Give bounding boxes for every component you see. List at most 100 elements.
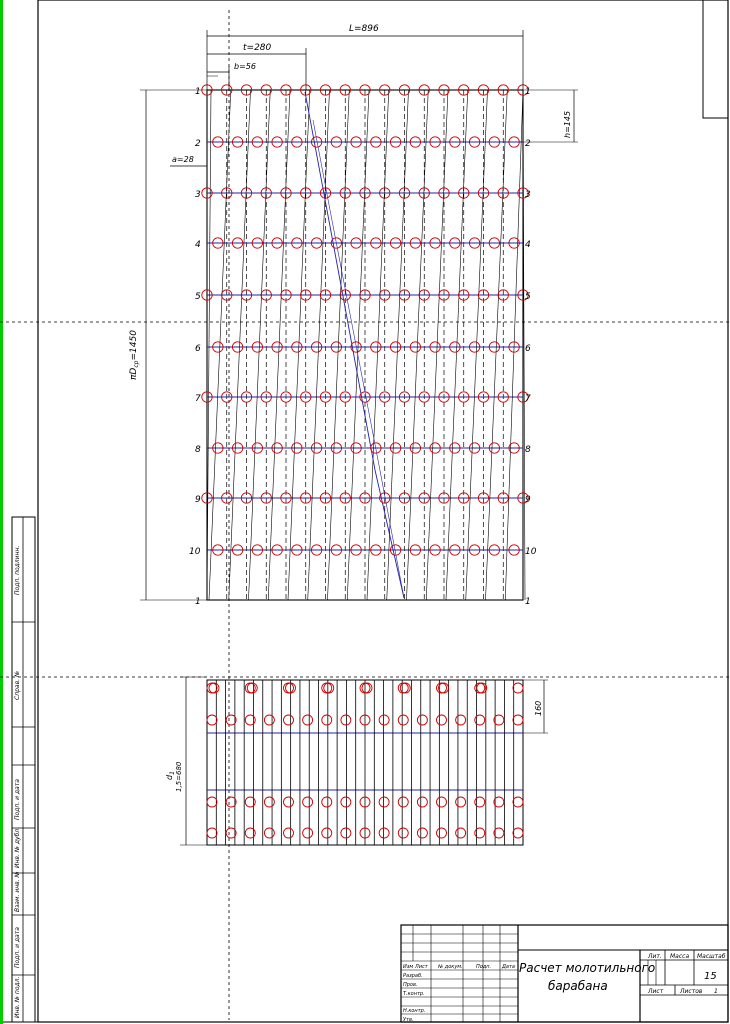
helix-line — [485, 89, 508, 601]
title-block-column-header: Подп. — [476, 964, 491, 970]
helix-line — [465, 89, 488, 601]
tooth-circle — [399, 682, 411, 694]
title-block-role: Пров. — [403, 982, 418, 988]
row-label-right: 8 — [525, 445, 531, 455]
tooth-circle — [416, 714, 428, 726]
mass-label: Масса — [670, 953, 689, 960]
row-label-right: 2 — [525, 139, 531, 149]
title-block-column-header: Дата — [501, 964, 515, 970]
tooth-pitch-label: 160 — [534, 701, 543, 716]
helix-line — [504, 89, 524, 601]
tooth-circle — [416, 827, 428, 839]
title-block-role: Утв. — [403, 1017, 414, 1023]
helix-line — [346, 89, 370, 601]
top-dimensions — [140, 30, 578, 601]
row-label-right: 6 — [525, 344, 531, 354]
drum-height-value: =680 — [175, 761, 183, 781]
helix-path-1 — [304, 91, 405, 599]
sheet-frame — [37, 0, 729, 1023]
circumference-value: =1450 — [129, 330, 139, 361]
circumference-label: πD — [129, 368, 139, 380]
svg-text:πDср=1450: πDср=1450 — [129, 330, 140, 380]
drawing-title-line-1: Расчет молотильного — [519, 961, 655, 975]
row-label-left: 8 — [195, 445, 201, 455]
title-block-role: Н.контр. — [403, 1008, 425, 1014]
tooth-circle — [321, 714, 333, 726]
tooth-circle — [208, 682, 220, 694]
tooth-circle — [283, 714, 294, 726]
pitch-dimension-label: t=280 — [243, 43, 272, 53]
tooth-circle — [283, 827, 294, 839]
drawing-canvas: 1 1 2 2 3 3 4 4 5 5 6 6 7 7 8 8 9 9 10 10 1 1 L=896 t=280 b=5… — [0, 0, 730, 1024]
scale-label: Масштаб — [697, 953, 726, 960]
tooth-pitch-dimension: 160 — [534, 701, 543, 716]
offset-dimension-label: a=28 — [172, 155, 194, 164]
tooth-circle — [397, 796, 409, 808]
tooth-circle — [321, 682, 333, 694]
tooth-circle — [246, 682, 258, 694]
tooth-circle — [206, 714, 218, 726]
helix-line — [425, 89, 449, 601]
tooth-circle — [436, 682, 447, 694]
title-block-role: Разраб. — [403, 973, 423, 979]
stamp-label-3: Подп. и дата — [14, 779, 21, 820]
tooth-circle — [512, 682, 524, 694]
drum-height-dimension: d1 1,5=680 — [165, 761, 183, 792]
tooth-circle — [512, 827, 524, 839]
scale-value: 15 — [704, 971, 717, 982]
tooth-circle — [438, 682, 449, 694]
tooth-circle — [283, 796, 294, 808]
title-block-column-header: № докум. — [437, 964, 463, 970]
helix-line — [406, 89, 429, 601]
tooth-circle — [340, 796, 352, 808]
tooth-circle — [206, 827, 218, 839]
row-label-right: 7 — [525, 394, 531, 404]
helix-line — [366, 89, 390, 601]
row-label-right: 9 — [525, 495, 531, 505]
helix-line — [327, 89, 350, 601]
title-block-grid: Изм Лист № докум. Подп. Дата Разраб. Пров. Т.ко… — [400, 924, 519, 1023]
row-label-left: 1 — [195, 87, 201, 97]
bar-width-dimension-label: b=56 — [234, 62, 256, 71]
title-block-role: Т.контр. — [403, 991, 425, 997]
length-dimension-label: L=896 — [349, 24, 379, 34]
tooth-circle — [436, 714, 447, 726]
tooth-circle — [263, 714, 275, 726]
row-label-left: 5 — [195, 292, 201, 302]
helix-line — [445, 89, 469, 601]
helix-line — [267, 89, 291, 601]
tooth-circle — [302, 796, 314, 808]
stamp-label-6: Подп. и дата — [14, 927, 21, 968]
tooth-circle — [340, 714, 352, 726]
corner-frame — [702, 0, 728, 119]
side-stamp: Подп. подлинн. Справ. № Подп. и дата Инв… — [11, 516, 36, 1023]
stamp-label-5: Взам. инв. № — [14, 871, 21, 912]
tooth-layout-diagram — [180, 676, 548, 846]
tooth-circle — [321, 796, 333, 808]
title-block: Изм Лист № докум. Подп. ДатаРазраб.Пров.Т.ко… — [400, 924, 729, 1023]
row-label-right: 10 — [525, 547, 537, 557]
drawing-title-line-2: барабана — [548, 979, 608, 993]
row-spacing-dimension: h=145 — [563, 111, 572, 138]
lit-label: Лит. — [647, 953, 662, 960]
tooth-circle — [206, 796, 218, 808]
tooth-circle — [455, 796, 467, 808]
row-label-right: 3 — [525, 190, 531, 200]
row-label-left: 4 — [195, 240, 201, 250]
row-label-right: 5 — [525, 292, 531, 302]
row-label-left: 3 — [195, 190, 201, 200]
tooth-circle — [512, 796, 524, 808]
tooth-circle — [436, 827, 447, 839]
row-label-left: 9 — [195, 495, 201, 505]
tooth-circle — [378, 796, 390, 808]
tooth-circle — [378, 827, 390, 839]
tooth-circle — [361, 682, 373, 694]
tooth-circle — [321, 827, 333, 839]
title-block-column-header: Лист — [414, 964, 429, 970]
row-spacing-label: h=145 — [563, 111, 572, 138]
tooth-circle — [416, 796, 428, 808]
tooth-circle — [263, 827, 275, 839]
row-label-left: 6 — [195, 344, 201, 354]
tooth-circle — [283, 682, 294, 694]
stamp-label-7: Инв. № подл. — [14, 977, 21, 1018]
